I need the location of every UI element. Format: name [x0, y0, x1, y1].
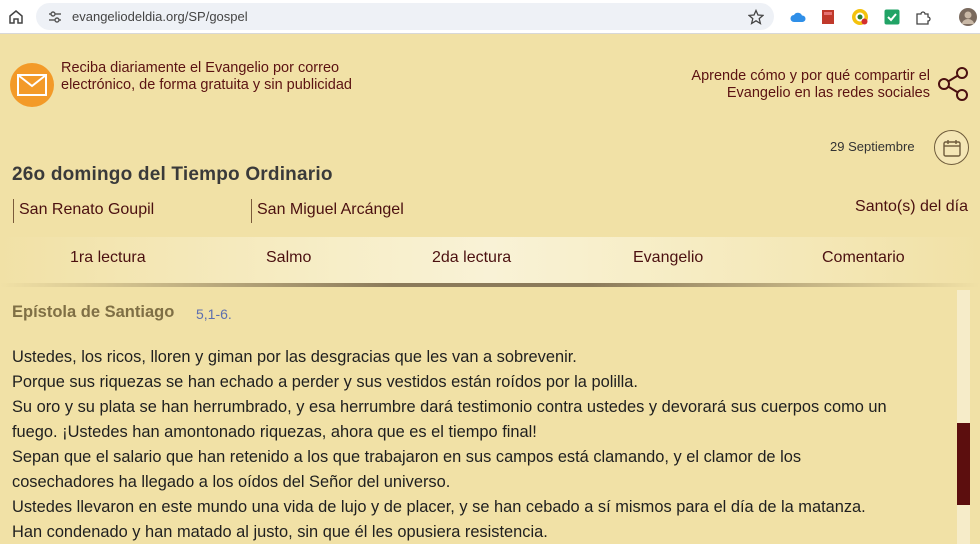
- site-settings-icon[interactable]: [42, 4, 68, 30]
- reading-line: Sepan que el salario que han retenido a …: [12, 448, 802, 466]
- mail-subscribe-icon[interactable]: [10, 63, 54, 107]
- calendar-icon[interactable]: [934, 130, 969, 165]
- saint-link[interactable]: San Renato Goupil: [13, 199, 154, 223]
- tab-gospel[interactable]: Evangelio: [633, 249, 703, 267]
- puzzle-extension-icon[interactable]: [913, 7, 933, 27]
- check-extension-icon[interactable]: [882, 7, 902, 27]
- reading-line: cosechadores ha llegado a los oídos del …: [12, 473, 451, 491]
- reading-reference: 5,1-6.: [196, 306, 232, 322]
- tab-first-reading[interactable]: 1ra lectura: [70, 249, 146, 267]
- reading-tabs: 1ra lectura Salmo 2da lectura Evangelio …: [0, 237, 980, 283]
- profile-avatar[interactable]: [958, 7, 978, 27]
- reading-line: Su oro y su plata se han herrumbrado, y …: [12, 398, 887, 416]
- tab-psalm[interactable]: Salmo: [266, 249, 311, 267]
- book-extension-icon[interactable]: [818, 7, 838, 27]
- share-info-link[interactable]: Aprende cómo y por qué compartir el Evan…: [650, 68, 930, 102]
- scrollbar-thumb[interactable]: [957, 423, 970, 505]
- home-icon[interactable]: [2, 3, 30, 31]
- cloud-extension-icon[interactable]: [788, 7, 808, 27]
- reading-line: Porque sus riquezas se han echado a perd…: [12, 373, 638, 391]
- share-icon[interactable]: [934, 65, 972, 103]
- reading-line: Han condenado y han matado al justo, sin…: [12, 523, 548, 541]
- url-text[interactable]: evangeliodeldia.org/SP/gospel: [72, 9, 248, 24]
- lock-extension-icon[interactable]: [850, 7, 870, 27]
- browser-toolbar: evangeliodeldia.org/SP/gospel: [0, 0, 980, 34]
- address-bar[interactable]: evangeliodeldia.org/SP/gospel: [36, 3, 774, 30]
- current-date: 29 Septiembre: [830, 139, 915, 154]
- reading-title: Epístola de Santiago: [12, 303, 175, 321]
- reading-line: Ustedes llevaron en este mundo una vida …: [12, 498, 866, 516]
- subscribe-link[interactable]: Reciba diariamente el Evangelio por corr…: [61, 60, 361, 94]
- scrollbar-track[interactable]: [957, 290, 970, 544]
- tabs-divider: [0, 283, 980, 287]
- tab-commentary[interactable]: Comentario: [822, 249, 905, 267]
- saints-of-day-link[interactable]: Santo(s) del día: [855, 198, 968, 216]
- reading-text: Ustedes, los ricos, lloren y giman por l…: [12, 345, 962, 544]
- reading-line: Ustedes, los ricos, lloren y giman por l…: [12, 348, 577, 366]
- tab-second-reading[interactable]: 2da lectura: [432, 249, 511, 267]
- saint-link[interactable]: San Miguel Arcángel: [251, 199, 404, 223]
- reading-line: fuego. ¡Ustedes han amontonado riquezas,…: [12, 423, 537, 441]
- liturgical-day-title: 26o domingo del Tiempo Ordinario: [12, 164, 333, 185]
- bookmark-star-icon[interactable]: [746, 7, 766, 27]
